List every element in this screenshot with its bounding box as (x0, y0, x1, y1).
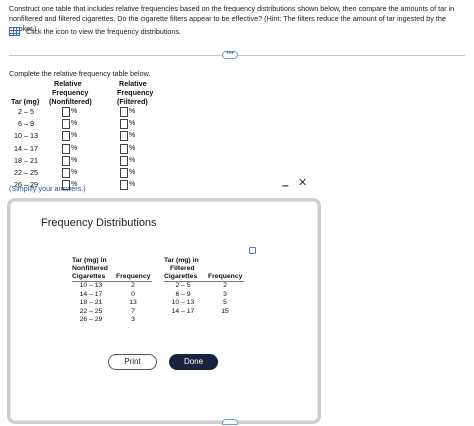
rel-freq-filtered-header-2: Frequency (117, 88, 154, 97)
filtered-class-cell: 2 – 5 (175, 282, 191, 289)
rf-class-label: 22 – 25 (14, 168, 38, 177)
filtered-frequency-cell: 2 (223, 282, 227, 289)
rf-nonfiltered-input[interactable] (62, 143, 70, 154)
filtered-class-cell: 14 – 17 (171, 307, 195, 315)
copy-icon[interactable] (249, 247, 256, 254)
percent-sign: % (71, 108, 78, 115)
nonfiltered-frequencies: 2 0 13 7 3 (118, 282, 148, 325)
simplify-note: (Simplify your answers.) (9, 184, 86, 193)
filtered-frequency-header: Frequency (208, 273, 243, 280)
rf-filtered-input[interactable] (120, 180, 128, 191)
nonfiltered-header-1: Tar (mg) in (72, 257, 107, 264)
nonfiltered-class-cell: 10 – 13 (79, 282, 103, 289)
percent-sign: % (129, 169, 136, 176)
percent-sign: % (71, 144, 78, 152)
percent-sign: % (129, 120, 136, 128)
nonfiltered-header-3: Cigarettes (72, 273, 106, 280)
rf-row: 14 – 17%% (9, 143, 209, 155)
percent-sign: % (71, 120, 78, 128)
percent-sign: % (71, 156, 78, 164)
filtered-header-3: Cigarettes (164, 273, 198, 280)
nonfiltered-header-2: Nonfiltered (72, 265, 108, 272)
rf-class-label: 6 – 9 (18, 119, 34, 129)
rf-nonfiltered-input[interactable] (62, 155, 70, 166)
rf-class-label: 14 – 17 (14, 143, 38, 153)
dialog-title: Frequency Distributions (41, 217, 157, 229)
nonfiltered-class-cell: 22 – 25 (79, 307, 103, 315)
nonfiltered-classes: 10 – 13 14 – 17 18 – 21 22 – 25 26 – 29 (72, 282, 110, 325)
rel-freq-filtered-header-3: (Filtered) (117, 97, 148, 106)
table-icon[interactable] (9, 27, 20, 36)
hint-text: Click the icon to view the frequency dis… (26, 27, 182, 36)
percent-sign: % (71, 169, 78, 176)
rel-freq-nonfiltered-header-2: Frequency (52, 88, 89, 97)
rf-filtered-input[interactable] (120, 119, 128, 130)
print-button[interactable]: Print (108, 354, 157, 370)
filtered-class-cell: 6 – 9 (175, 290, 191, 298)
rf-class-label: 18 – 21 (14, 155, 38, 165)
task-text: Complete the relative frequency table be… (9, 69, 151, 78)
rel-freq-filtered-header-1: Relative (119, 79, 147, 88)
rel-freq-nonfiltered-header-1: Relative (54, 79, 82, 88)
filtered-frequency-cell: 5 (223, 299, 227, 307)
nonfiltered-frequency-cell: 2 (131, 282, 135, 289)
filtered-frequency-cell: 15 (221, 307, 229, 315)
rf-row: 6 – 9%% (9, 118, 209, 130)
filtered-class-cell: 10 – 13 (171, 299, 195, 307)
nonfiltered-class-cell: 14 – 17 (79, 290, 103, 298)
close-button[interactable]: ✕ (298, 176, 307, 189)
rf-row: 2 – 5%% (9, 106, 209, 118)
filtered-frequencies: 2 3 5 15 (210, 282, 240, 316)
rf-filtered-input[interactable] (120, 143, 128, 154)
nonfiltered-frequency-cell: 3 (131, 316, 135, 324)
rf-filtered-input[interactable] (120, 107, 128, 117)
nonfiltered-frequency-cell: 0 (131, 290, 135, 298)
nonfiltered-frequency-header: Frequency (116, 273, 151, 280)
percent-sign: % (129, 108, 136, 115)
tar-header: Tar (mg) (11, 97, 40, 106)
rf-filtered-input[interactable] (120, 131, 128, 142)
nonfiltered-class-cell: 18 – 21 (79, 299, 103, 307)
frequency-distributions-link[interactable]: Click the icon to view the frequency dis… (9, 27, 181, 36)
rf-nonfiltered-input[interactable] (62, 119, 70, 130)
rf-nonfiltered-input[interactable] (62, 107, 70, 117)
percent-sign: % (71, 132, 78, 140)
nonfiltered-frequency-cell: 13 (129, 299, 137, 307)
rf-row: 22 – 25%% (9, 167, 209, 179)
rf-row: 18 – 21%% (9, 155, 209, 167)
filtered-header-1: Tar (mg) in (164, 257, 199, 264)
percent-sign: % (129, 181, 136, 189)
rf-class-label: 2 – 5 (18, 107, 34, 116)
filtered-frequency-cell: 3 (223, 290, 227, 298)
percent-sign: % (129, 132, 136, 140)
minimize-button[interactable]: – (282, 178, 289, 192)
rf-filtered-input[interactable] (120, 155, 128, 166)
rf-nonfiltered-input[interactable] (62, 131, 70, 142)
bottom-expand-button[interactable] (222, 419, 238, 425)
rf-nonfiltered-input[interactable] (62, 168, 70, 178)
filtered-header-2: Filtered (170, 265, 195, 272)
rf-row: 10 – 13%% (9, 130, 209, 142)
done-button[interactable]: Done (169, 354, 218, 370)
filtered-classes: 2 – 56 – 9 10 – 13 14 – 17 (164, 282, 202, 316)
percent-sign: % (129, 144, 136, 152)
more-button[interactable]: ••• (222, 50, 238, 59)
rf-filtered-input[interactable] (120, 168, 128, 178)
rf-class-label: 10 – 13 (14, 131, 38, 141)
percent-sign: % (129, 156, 136, 164)
rel-freq-nonfiltered-header-3: (Nonfiltered) (49, 97, 92, 106)
nonfiltered-class-cell: 26 – 29 (79, 316, 103, 324)
nonfiltered-frequency-cell: 7 (131, 307, 135, 315)
